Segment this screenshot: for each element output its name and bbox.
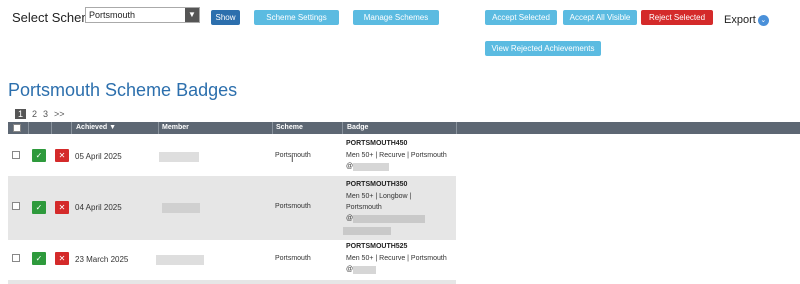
row-checkbox[interactable] [12,202,20,210]
accept-check-icon[interactable]: ✓ [32,252,46,265]
show-button[interactable]: Show [211,10,240,25]
page-2[interactable]: 2 [32,109,37,119]
pagination: 1 2 3 >> [15,109,71,119]
achieved-date: 04 April 2025 [75,203,122,212]
badge-description: Men 50+ | Recurve | Portsmouth [346,255,447,262]
redacted-text [343,227,391,235]
table-row: ✓ ✕ 05 April 2025 Portsmouth PORTSMOUTH4… [8,135,456,176]
sort-down-icon: ▼ [109,124,117,131]
header-badge[interactable]: Badge [347,122,368,134]
table-row: ✓ ✕ 23 March 2025 Portsmouth PORTSMOUTH5… [8,240,456,280]
page-next[interactable]: >> [54,109,65,119]
page-3[interactable]: 3 [43,109,48,119]
manage-schemes-button[interactable]: Manage Schemes [353,10,439,25]
text-cursor-icon: I [291,154,294,164]
member-redacted [159,152,199,162]
accept-all-visible-button[interactable]: Accept All Visible [563,10,637,25]
view-rejected-button[interactable]: View Rejected Achievements [485,41,601,56]
header-member[interactable]: Member [162,122,189,134]
redacted-text [353,266,376,274]
dropdown-arrow-icon[interactable]: ▼ [185,8,199,22]
badge-title: PORTSMOUTH350 [346,181,408,188]
reject-x-icon[interactable]: ✕ [55,149,69,162]
chevron-down-icon[interactable]: ⌄ [757,14,769,26]
export-label: Export [724,14,756,26]
badge-title: PORTSMOUTH525 [346,243,408,250]
accept-check-icon[interactable]: ✓ [32,149,46,162]
page-1[interactable]: 1 [15,109,27,119]
scheme-name: Portsmouth [275,203,311,210]
scheme-select-value: Portsmouth [89,10,136,20]
next-row-edge [8,280,456,284]
row-checkbox[interactable] [12,254,20,262]
export-button[interactable]: Export ⌄ [724,14,769,26]
member-redacted [156,255,204,265]
redacted-text [353,163,389,171]
table-row: ✓ ✕ 04 April 2025 Portsmouth PORTSMOUTH3… [8,176,456,240]
scheme-select[interactable]: Portsmouth ▼ [85,7,200,23]
select-all-checkbox[interactable] [13,124,21,132]
badge-description: Men 50+ | Longbow | Portsmouth [346,193,412,211]
redacted-text [353,215,425,223]
reject-x-icon[interactable]: ✕ [55,201,69,214]
row-checkbox[interactable] [12,151,20,159]
badge-title: PORTSMOUTH450 [346,140,408,147]
reject-selected-button[interactable]: Reject Selected [641,10,713,25]
member-redacted [162,203,200,213]
scheme-settings-button[interactable]: Scheme Settings [254,10,339,25]
achieved-date: 05 April 2025 [75,152,122,161]
header-scheme[interactable]: Scheme [276,122,303,134]
badge-description: Men 50+ | Recurve | Portsmouth [346,152,447,159]
accept-check-icon[interactable]: ✓ [32,201,46,214]
achieved-date: 23 March 2025 [75,255,129,264]
toolbar: Select Scheme Portsmouth ▼ Show Scheme S… [0,0,800,60]
page-title: Portsmouth Scheme Badges [8,80,238,100]
table-header: Achieved ▼ Member Scheme Badge [8,122,800,134]
scheme-name: Portsmouth [275,255,311,262]
reject-x-icon[interactable]: ✕ [55,252,69,265]
header-achieved[interactable]: Achieved ▼ [76,122,116,134]
accept-selected-button[interactable]: Accept Selected [485,10,557,25]
